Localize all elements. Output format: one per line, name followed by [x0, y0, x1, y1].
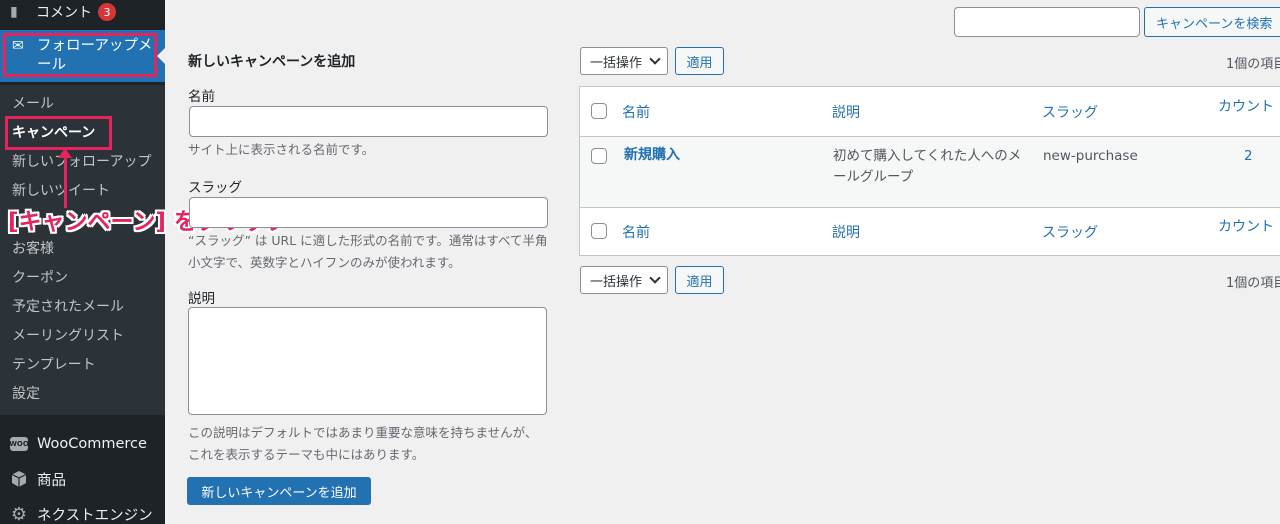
sidebar-item-label: コメント: [36, 5, 92, 21]
column-footer-name[interactable]: 名前: [622, 222, 650, 242]
sidebar-item-label: 商品: [37, 472, 66, 489]
slug-label: スラッグ: [188, 180, 242, 196]
campaign-name-link[interactable]: 新規購入: [624, 145, 680, 166]
submenu-item-settings[interactable]: 設定: [12, 383, 40, 403]
bulk-action-select[interactable]: 一括操作: [580, 47, 668, 75]
admin-sidebar: ▮ コメント 3 ✉ フォローアップメール メール キャンペーン 新しいフォロー…: [0, 0, 165, 524]
select-all-checkbox-footer[interactable]: [591, 223, 607, 239]
current-menu-arrow: [157, 48, 165, 64]
row-checkbox[interactable]: [591, 148, 607, 164]
select-all-checkbox[interactable]: [591, 103, 607, 119]
box-icon: [9, 469, 29, 489]
add-campaign-button[interactable]: 新しいキャンペーンを追加: [187, 477, 371, 505]
bulk-action-select-bottom[interactable]: 一括操作: [580, 266, 668, 294]
submenu-item-customers[interactable]: お客様: [12, 238, 54, 258]
submenu-item-new-tweet[interactable]: 新しいツイート: [12, 180, 110, 200]
column-footer-description[interactable]: 説明: [832, 222, 860, 242]
submenu-item-emails[interactable]: メール: [12, 93, 54, 113]
bulk-action-label: 一括操作: [590, 55, 643, 71]
chevron-down-icon: [649, 53, 661, 65]
bulk-action-label: 一括操作: [590, 274, 643, 290]
column-footer-slug[interactable]: スラッグ: [1042, 222, 1098, 242]
name-label: 名前: [188, 89, 215, 105]
column-header-description[interactable]: 説明: [832, 102, 860, 122]
sidebar-item-label: WooCommerce: [37, 436, 147, 452]
apply-button-bottom[interactable]: 適用: [675, 266, 724, 294]
sidebar-item-next-engine[interactable]: ⚙ ネクストエンジン: [0, 499, 165, 524]
item-count-bottom: 1個の項目: [1226, 276, 1280, 291]
name-help-text: サイト上に表示される名前です。: [188, 142, 375, 157]
divider: [580, 207, 1280, 208]
woocommerce-icon: WOO: [9, 434, 29, 454]
description-help-text: この説明はデフォルトではあまり重要な意味を持ちませんが、これを表示するテーマも中…: [188, 425, 538, 462]
submenu-item-new-followup[interactable]: 新しいフォローアップ: [12, 151, 151, 171]
item-count: 1個の項目: [1226, 57, 1280, 72]
search-input[interactable]: [954, 7, 1140, 37]
campaign-description: 初めて購入してくれた人へのメールグループ: [833, 148, 1022, 185]
campaign-count-link[interactable]: 2: [1244, 146, 1253, 167]
submenu-item-coupons[interactable]: クーポン: [12, 267, 68, 287]
campaign-slug: new-purchase: [1043, 148, 1138, 164]
comment-count-badge: 3: [98, 3, 116, 21]
submenu-item-mailing-lists[interactable]: メーリングリスト: [12, 325, 124, 345]
column-header-count[interactable]: カウント: [1218, 96, 1274, 116]
comment-icon: ▮: [10, 4, 18, 20]
column-header-slug[interactable]: スラッグ: [1042, 102, 1098, 122]
description-field[interactable]: [188, 307, 547, 415]
annotation-arrow-line: [64, 156, 67, 208]
table-row: 新規購入 初めて購入してくれた人へのメールグループ new-purchase 2: [580, 137, 1280, 207]
sidebar-item-followup-emails[interactable]: ✉ フォローアップメール: [0, 30, 165, 82]
column-footer-count[interactable]: カウント: [1218, 216, 1274, 236]
highlight-box: [3, 33, 157, 77]
sidebar-item-label: ネクストエンジン: [37, 507, 153, 524]
form-title: 新しいキャンペーンを追加: [188, 54, 356, 70]
sidebar-item-products[interactable]: 商品: [0, 464, 165, 494]
description-label: 説明: [188, 291, 215, 307]
sidebar-item-woocommerce[interactable]: WOO WooCommerce: [0, 429, 165, 459]
search-button[interactable]: キャンペーンを検索: [1144, 7, 1280, 37]
submenu-item-templates[interactable]: テンプレート: [12, 354, 96, 374]
name-field[interactable]: [189, 106, 548, 137]
slug-help-text: “スラッグ” は URL に適した形式の名前です。通常はすべて半角小文字で、英数…: [188, 233, 548, 270]
highlight-box: [5, 116, 112, 150]
chevron-down-icon: [649, 272, 661, 284]
campaign-table: 名前 説明 スラッグ カウント 新規購入 初めて購入してくれた人へのメールグルー…: [579, 86, 1280, 256]
gear-icon: ⚙: [10, 503, 28, 524]
submenu-item-scheduled-emails[interactable]: 予定されたメール: [12, 296, 124, 316]
column-header-name[interactable]: 名前: [622, 102, 650, 122]
sidebar-item-comments[interactable]: ▮ コメント 3: [0, 0, 165, 24]
apply-button[interactable]: 適用: [675, 47, 724, 75]
slug-field[interactable]: [189, 197, 548, 228]
